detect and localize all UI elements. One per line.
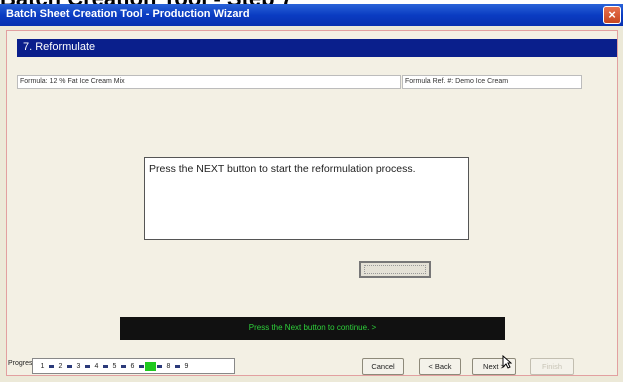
progress-indicator: 1 2 3 4 5 6 7 8 9 [32,358,235,374]
progress-connector [121,365,126,368]
window-title: Batch Sheet Creation Tool - Production W… [6,8,250,20]
progress-step-4: 4 [94,363,99,370]
finish-button[interactable]: Finish [530,358,574,375]
progress-step-8: 8 [166,363,171,370]
focus-outline [364,265,426,274]
progress-step-7-current: 7 [145,362,156,371]
progress-connector [139,365,144,368]
step-header: 7. Reformulate [17,39,617,57]
formula-field: Formula: 12 % Fat Ice Cream Mix [17,75,401,89]
formula-ref-field: Formula Ref. #: Demo Ice Cream [402,75,582,89]
instruction-box: Press the NEXT button to start the refor… [144,157,469,240]
status-strip: Press the Next button to continue. > [120,317,505,340]
instruction-text: Press the NEXT button to start the refor… [149,163,416,175]
progress-connector [49,365,54,368]
cancel-button[interactable]: Cancel [362,358,404,375]
back-button[interactable]: < Back [419,358,461,375]
progress-step-5: 5 [112,363,117,370]
progress-step-3: 3 [76,363,81,370]
progress-connector [157,365,162,368]
mouse-cursor-icon [502,354,513,372]
progress-connector [175,365,180,368]
step-title: 7. Reformulate [23,41,96,53]
wizard-content: 7. Reformulate Formula: 12 % Fat Ice Cre… [6,30,618,376]
title-bar: Batch Sheet Creation Tool - Production W… [0,4,623,26]
close-button[interactable]: × [603,6,621,24]
progress-step-1: 1 [40,363,45,370]
progress-step-2: 2 [58,363,63,370]
wizard-window: Batch Sheet Creation Tool - Production W… [0,4,623,382]
bottom-bar: Progress 1 2 3 4 5 6 7 8 9 Cancel < Back… [6,356,618,378]
progress-step-6: 6 [130,363,135,370]
progress-connector [103,365,108,368]
hidden-action-button[interactable] [359,261,431,278]
progress-connector [67,365,72,368]
progress-connector [85,365,90,368]
progress-step-9: 9 [184,363,189,370]
status-text: Press the Next button to continue. > [248,323,377,332]
